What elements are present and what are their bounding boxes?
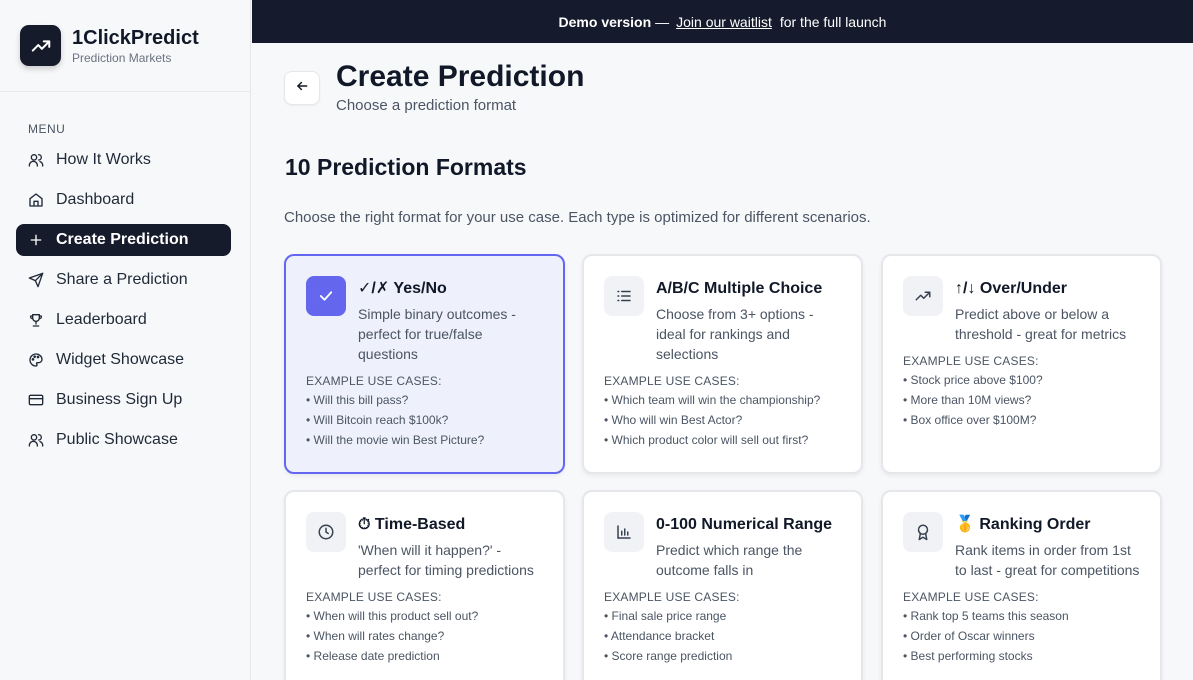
plus-icon: [28, 232, 44, 248]
demo-banner: Demo version — Join our waitlist for the…: [252, 0, 1193, 43]
card-title: ↑/↓ Over/Under: [955, 280, 1068, 297]
example-list: • Final sale price range • Attendance br…: [604, 606, 841, 666]
list-item: • Score range prediction: [604, 649, 733, 663]
sidebar-item-label: Share a Prediction: [56, 271, 188, 288]
sidebar-item-business-sign-up[interactable]: Business Sign Up: [16, 384, 231, 416]
section-description: Choose the right format for your use cas…: [284, 209, 871, 226]
list-item: • When will this product sell out?: [306, 609, 479, 623]
list-item: • Will Bitcoin reach $100k?: [306, 413, 449, 427]
sidebar-nav: How It Works Dashboard Create Prediction…: [16, 144, 231, 464]
card-title: ⏱ Time-Based: [358, 516, 466, 533]
list-item: • Best performing stocks: [903, 649, 1033, 663]
example-label: EXAMPLE USE CASES:: [903, 354, 1039, 368]
example-label: EXAMPLE USE CASES:: [306, 590, 442, 604]
list-item: • Rank top 5 teams this season: [903, 609, 1069, 623]
bar-chart-icon: [604, 512, 644, 552]
example-list: • Will this bill pass? • Will Bitcoin re…: [306, 390, 543, 450]
list-item: • Stock price above $100?: [903, 373, 1043, 387]
list-item: • Will this bill pass?: [306, 393, 409, 407]
card-description: Predict above or below a threshold - gre…: [955, 306, 1127, 342]
list-item: • Who will win Best Actor?: [604, 413, 743, 427]
card-title: 🥇 Ranking Order: [955, 516, 1091, 533]
sidebar-item-label: Dashboard: [56, 191, 135, 208]
card-description: Predict which range the outcome falls in: [656, 542, 803, 578]
award-icon: [903, 512, 943, 552]
sidebar-item-create-prediction[interactable]: Create Prediction: [16, 224, 231, 256]
list-icon: [604, 276, 644, 316]
list-item: • More than 10M views?: [903, 393, 1032, 407]
brand[interactable]: 1ClickPredict Prediction Markets: [0, 0, 250, 92]
list-item: • Final sale price range: [604, 609, 727, 623]
list-item: • Which product color will sell out firs…: [604, 433, 809, 447]
example-list: • When will this product sell out? • Whe…: [306, 606, 543, 666]
card-description: Rank items in order from 1st to last - g…: [955, 542, 1140, 578]
format-card-multiple-choice[interactable]: A/B/C Multiple Choice Choose from 3+ opt…: [582, 254, 863, 474]
users-icon: [28, 152, 44, 168]
example-label: EXAMPLE USE CASES:: [604, 590, 740, 604]
section-title: 10 Prediction Formats: [285, 154, 527, 180]
users-icon: [28, 432, 44, 448]
trending-up-logo-icon: [20, 25, 61, 66]
list-item: • Order of Oscar winners: [903, 629, 1035, 643]
send-icon: [28, 272, 44, 288]
format-card-ranking-order[interactable]: 🥇 Ranking Order Rank items in order from…: [881, 490, 1162, 680]
example-list: • Stock price above $100? • More than 10…: [903, 370, 1140, 430]
sidebar-item-widget-showcase[interactable]: Widget Showcase: [16, 344, 231, 376]
sidebar-item-share-a-prediction[interactable]: Share a Prediction: [16, 264, 231, 296]
brand-name: 1ClickPredict: [72, 26, 199, 49]
sidebar-item-leaderboard[interactable]: Leaderboard: [16, 304, 231, 336]
format-card-numerical-range[interactable]: 0-100 Numerical Range Predict which rang…: [582, 490, 863, 680]
example-label: EXAMPLE USE CASES:: [604, 374, 740, 388]
back-button[interactable]: [284, 71, 320, 105]
clock-icon: [306, 512, 346, 552]
sidebar: 1ClickPredict Prediction Markets MENU Ho…: [0, 0, 251, 680]
check-icon: [306, 276, 346, 316]
format-card-time-based[interactable]: ⏱ Time-Based 'When will it happen?' - pe…: [284, 490, 565, 680]
banner-lead: Demo version: [558, 13, 652, 30]
sidebar-item-label: Create Prediction: [56, 231, 189, 248]
list-item: • Will the movie win Best Picture?: [306, 433, 485, 447]
menu-label: MENU: [28, 122, 66, 136]
list-item: • When will rates change?: [306, 629, 445, 643]
card-description: Simple binary outcomes - perfect for tru…: [358, 306, 516, 362]
example-list: • Rank top 5 teams this season • Order o…: [903, 606, 1140, 666]
list-item: • Box office over $100M?: [903, 413, 1037, 427]
sidebar-item-label: Public Showcase: [56, 431, 178, 448]
list-item: • Release date prediction: [306, 649, 440, 663]
page-subtitle: Choose a prediction format: [336, 97, 517, 114]
sidebar-item-label: How It Works: [56, 151, 151, 168]
page-title: Create Prediction: [336, 60, 585, 93]
list-item: • Which team will win the championship?: [604, 393, 821, 407]
sidebar-item-dashboard[interactable]: Dashboard: [16, 184, 231, 216]
sidebar-item-label: Leaderboard: [56, 311, 147, 328]
example-label: EXAMPLE USE CASES:: [903, 590, 1039, 604]
format-card-yes-no[interactable]: ✓/✗ Yes/No Simple binary outcomes - perf…: [284, 254, 565, 474]
trending-up-icon: [903, 276, 943, 316]
waitlist-link[interactable]: Join our waitlist: [676, 14, 772, 30]
card-description: 'When will it happen?' - perfect for tim…: [358, 542, 534, 578]
arrow-left-icon: [295, 79, 309, 98]
banner-tail: for the full launch: [779, 13, 887, 30]
home-icon: [28, 192, 44, 208]
example-list: • Which team will win the championship? …: [604, 390, 841, 450]
banner-dash: —: [655, 13, 670, 30]
brand-subtitle: Prediction Markets: [72, 50, 172, 65]
format-card-over-under[interactable]: ↑/↓ Over/Under Predict above or below a …: [881, 254, 1162, 474]
sidebar-item-how-it-works[interactable]: How It Works: [16, 144, 231, 176]
card-title: 0-100 Numerical Range: [656, 516, 833, 533]
card-title: A/B/C Multiple Choice: [656, 280, 823, 297]
card-title: ✓/✗ Yes/No: [358, 280, 447, 297]
sidebar-item-public-showcase[interactable]: Public Showcase: [16, 424, 231, 456]
trophy-icon: [28, 312, 44, 328]
sidebar-item-label: Widget Showcase: [56, 351, 185, 368]
palette-icon: [28, 352, 44, 368]
sidebar-item-label: Business Sign Up: [56, 391, 183, 408]
list-item: • Attendance bracket: [604, 629, 715, 643]
card-description: Choose from 3+ options - ideal for ranki…: [656, 306, 814, 362]
credit-card-icon: [28, 392, 44, 408]
example-label: EXAMPLE USE CASES:: [306, 374, 442, 388]
